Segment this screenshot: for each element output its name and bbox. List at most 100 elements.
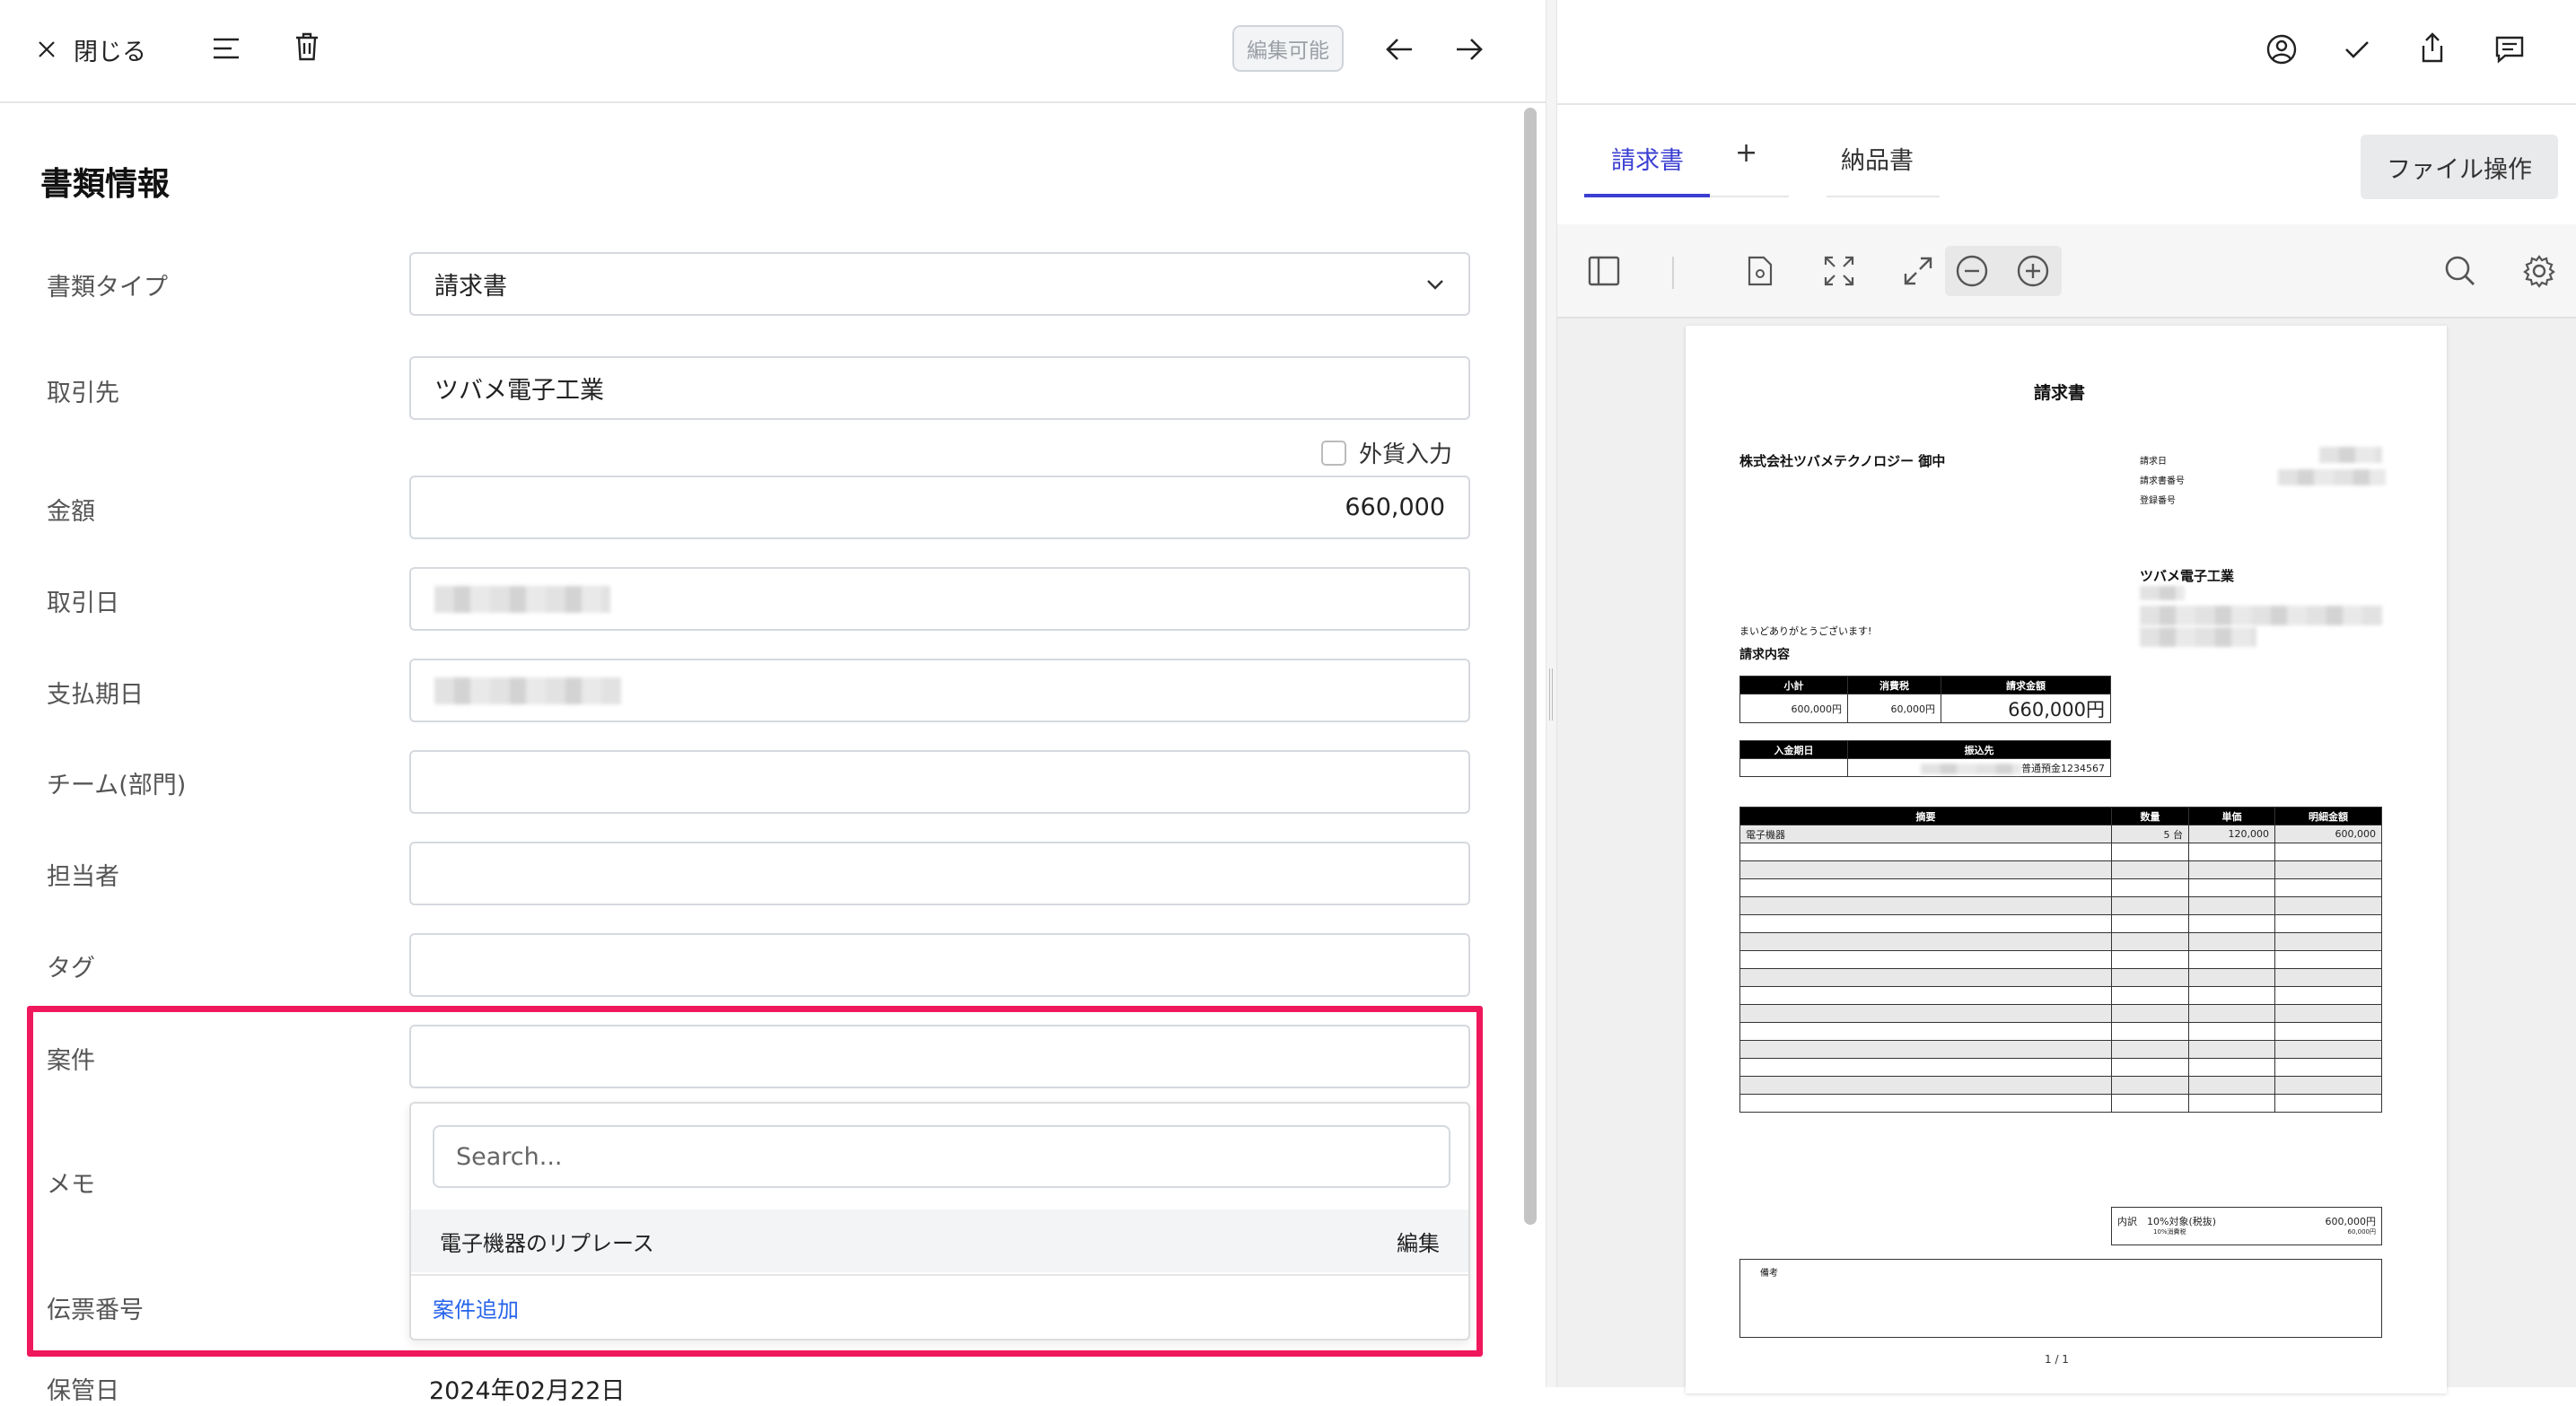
arrow-left-icon[interactable] xyxy=(1379,29,1420,70)
empty-cell xyxy=(1739,843,2112,861)
summary-table: 小計 消費税 請求金額 600,000円 60,000円 660,000円 xyxy=(1739,676,2111,723)
redacted-value xyxy=(2319,447,2382,463)
search-icon[interactable] xyxy=(2440,251,2480,291)
empty-cell xyxy=(1739,968,2112,987)
menu-icon[interactable] xyxy=(206,29,246,68)
close-button[interactable]: 閉じる xyxy=(36,27,146,72)
meta-invoice-number: 請求書番号 xyxy=(2140,476,2185,486)
invoice-content-heading: 請求内容 xyxy=(1739,648,1790,662)
empty-cell xyxy=(2111,914,2189,933)
invoice-recipient: 株式会社ツバメテクノロジー 御中 xyxy=(1739,453,1946,469)
breakdown-tax: 60,000円 xyxy=(2347,1228,2377,1236)
transaction-date-input[interactable] xyxy=(409,567,1470,631)
section-title: 書類情報 xyxy=(40,166,171,203)
empty-cell xyxy=(2188,1058,2275,1077)
share-icon[interactable] xyxy=(2412,25,2453,70)
items-table: 摘要 数量 単価 明細金額 電子機器 5 台 120,000 600,000 xyxy=(1739,807,2382,1113)
close-label: 閉じる xyxy=(74,38,146,66)
arrow-right-icon[interactable] xyxy=(1449,29,1490,70)
foreign-currency-label: 外貨入力 xyxy=(1359,441,1453,468)
empty-cell xyxy=(2188,986,2275,1005)
summary-total: 660,000円 xyxy=(1941,694,2111,723)
zoom-out-icon[interactable] xyxy=(1952,251,1992,291)
tab-underline xyxy=(1827,196,1940,197)
table-row xyxy=(1739,1058,2382,1077)
document-viewer[interactable]: 請求書 株式会社ツバメテクノロジー 御中 請求日 請求書番号 登録番号 ツバメ電… xyxy=(1557,319,2576,1393)
preview-pane: 請求書 + 納品書 ファイル操作 請求書 株式会社ツバメテクノロジー 御中 請求… xyxy=(1557,0,2576,1393)
items-header: 明細金額 xyxy=(2274,807,2382,825)
amount-value: 660,000 xyxy=(1345,493,1445,521)
edit-status-badge: 編集可能 xyxy=(1232,25,1344,72)
foreign-currency-toggle[interactable]: 外貨入力 xyxy=(1321,436,1452,469)
storage-date-label: 保管日 xyxy=(47,1377,119,1405)
foreign-currency-checkbox[interactable] xyxy=(1321,440,1346,466)
amount-label: 金額 xyxy=(47,498,95,526)
trash-icon[interactable] xyxy=(287,27,327,66)
check-icon[interactable] xyxy=(2336,29,2378,70)
team-input[interactable] xyxy=(409,750,1470,814)
tab-delivery-note[interactable]: 納品書 xyxy=(1841,141,1914,176)
remarks-label: 備考 xyxy=(1760,1269,1778,1279)
right-toolbar xyxy=(1557,0,2576,105)
empty-cell xyxy=(2188,896,2275,915)
invoice-issuer: ツバメ電子工業 xyxy=(2140,568,2235,584)
zoom-in-icon[interactable] xyxy=(2013,251,2053,291)
expand-icon[interactable] xyxy=(1898,251,1938,291)
assignee-label: 担当者 xyxy=(47,863,119,891)
summary-tax: 60,000円 xyxy=(1847,694,1941,723)
page-settings-icon[interactable] xyxy=(1740,251,1780,291)
empty-cell xyxy=(2188,1040,2275,1059)
tab-invoice[interactable]: 請求書 xyxy=(1611,141,1684,176)
amount-input[interactable]: 660,000 xyxy=(409,476,1470,539)
empty-cell xyxy=(2188,968,2275,987)
active-tab-indicator xyxy=(1584,194,1710,197)
items-header: 数量 xyxy=(2111,807,2189,825)
empty-cell xyxy=(2274,1040,2382,1059)
meta-invoice-date: 請求日 xyxy=(2140,457,2167,467)
comment-icon[interactable] xyxy=(2489,29,2530,70)
add-tab-button[interactable]: + xyxy=(1735,137,1757,169)
empty-cell xyxy=(2111,968,2189,987)
empty-cell xyxy=(1739,1004,2112,1023)
file-operations-button[interactable]: ファイル操作 xyxy=(2361,135,2558,199)
empty-cell xyxy=(2274,932,2382,951)
assignee-input[interactable] xyxy=(409,842,1470,905)
breakdown-tax-label: 10%消費税 xyxy=(2153,1228,2186,1236)
empty-cell xyxy=(2274,1004,2382,1023)
tags-input[interactable] xyxy=(409,933,1470,997)
breakdown-tax-row: 10%消費税 60,000円 xyxy=(2117,1228,2376,1236)
redacted-date xyxy=(434,585,610,613)
empty-cell xyxy=(2188,1022,2275,1041)
table-row xyxy=(1739,1004,2382,1023)
empty-cell xyxy=(2111,1058,2189,1077)
gear-icon[interactable] xyxy=(2519,251,2559,291)
due-date-input[interactable] xyxy=(409,659,1470,722)
doc-type-select[interactable]: 請求書 xyxy=(409,252,1470,316)
item-qty: 5 台 xyxy=(2111,825,2189,843)
empty-cell xyxy=(2188,1094,2275,1113)
empty-cell xyxy=(1739,950,2112,969)
viewer-toolbar xyxy=(1557,224,2576,319)
empty-cell xyxy=(2274,914,2382,933)
partner-input[interactable]: ツバメ電子工業 xyxy=(409,356,1470,420)
breakdown-label: 内訳 10%対象(税抜) xyxy=(2117,1216,2216,1228)
partner-label: 取引先 xyxy=(47,380,119,407)
empty-cell xyxy=(2274,1022,2382,1041)
summary-header: 小計 xyxy=(1739,676,1848,694)
document-info-pane: 閉じる 編集可能 書類情報 書類タイプ 請求書 取引先 ツバメ電子工業 外貨入力… xyxy=(0,0,1546,1405)
user-circle-icon[interactable] xyxy=(2261,29,2302,70)
table-row xyxy=(1739,1076,2382,1095)
toolbar-separator xyxy=(1672,257,1674,289)
fit-page-icon[interactable] xyxy=(1819,251,1859,291)
resize-grip-icon[interactable] xyxy=(1549,668,1553,720)
empty-cell xyxy=(2111,1022,2189,1041)
empty-cell xyxy=(1739,914,2112,933)
empty-cell xyxy=(2274,860,2382,879)
empty-cell xyxy=(1739,1040,2112,1059)
sidebar-toggle-icon[interactable] xyxy=(1584,251,1624,291)
empty-cell xyxy=(1739,932,2112,951)
empty-cell xyxy=(1739,878,2112,897)
scrollbar[interactable] xyxy=(1524,108,1537,1225)
empty-cell xyxy=(2111,1004,2189,1023)
due-date-label: 支払期日 xyxy=(47,681,144,709)
